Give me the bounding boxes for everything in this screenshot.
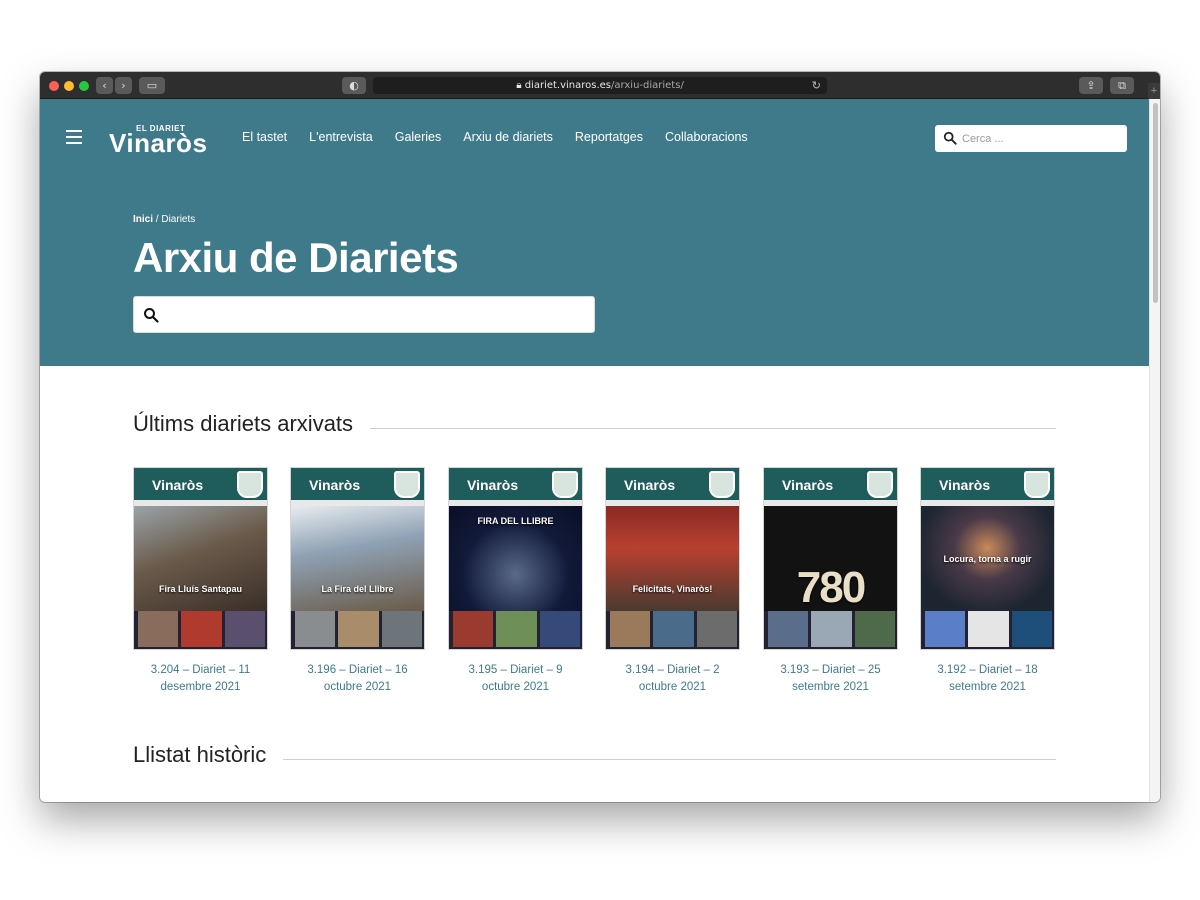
logo-main-text: Vinaròs <box>109 128 208 158</box>
nav-item-el-tastet[interactable]: El tastet <box>242 130 287 144</box>
crest-icon <box>709 471 735 498</box>
scrollbar-thumb[interactable] <box>1153 103 1158 303</box>
cover-thumbnails <box>295 611 422 647</box>
cover-logo-text: Vinaròs <box>782 477 834 493</box>
cover-image[interactable]: Vinaròs Felicitats, Vinaròs! <box>605 467 740 650</box>
cover-caption-link[interactable]: 3.193 – Diariet – 25 setembre 2021 <box>763 662 898 696</box>
lock-icon: 🔒︎ <box>516 80 522 91</box>
cover-image[interactable]: Vinaròs 780 <box>763 467 898 650</box>
hamburger-menu-icon[interactable] <box>66 130 82 144</box>
archive-search-input[interactable] <box>168 305 588 325</box>
crest-icon <box>867 471 893 498</box>
nav-item-entrevista[interactable]: L'entrevista <box>309 130 373 144</box>
latest-section-header: Últims diariets arxivats <box>133 411 1056 437</box>
tabs-overview-icon[interactable]: ⧉ <box>1110 77 1134 94</box>
nav-item-galeries[interactable]: Galeries <box>395 130 442 144</box>
cover-thumbnails <box>768 611 895 647</box>
cover-logo-text: Vinaròs <box>939 477 991 493</box>
cover-headline: Fira Lluís Santapau <box>158 584 243 594</box>
cover-masthead: Vinaròs <box>606 468 739 500</box>
crest-icon <box>394 471 420 498</box>
cover-headline: La Fira del Llibre <box>321 584 394 594</box>
cover-photo <box>606 506 739 611</box>
share-icon[interactable]: ⇪ <box>1079 77 1103 94</box>
cover-caption-link[interactable]: 3.192 – Diariet – 18 setembre 2021 <box>920 662 1055 696</box>
breadcrumb-current: Diariets <box>161 214 196 225</box>
breadcrumb-home-link[interactable]: Inici <box>133 214 153 225</box>
cover-image[interactable]: Vinaròs FIRA DEL LLIBRE <box>448 467 583 650</box>
cover-masthead: Vinaròs <box>921 468 1054 500</box>
archive-search <box>133 296 595 333</box>
cover-card[interactable]: Vinaròs FIRA DEL LLIBRE 3.195 – Diariet … <box>448 467 583 696</box>
cover-masthead: Vinaròs <box>764 468 897 500</box>
cover-logo-text: Vinaròs <box>624 477 676 493</box>
cover-card[interactable]: Vinaròs La Fira del Llibre 3.196 – Diari… <box>290 467 425 696</box>
cover-card[interactable]: Vinaròs Locura, torna a rugir 3.192 – Di… <box>920 467 1055 696</box>
crest-icon <box>237 471 263 498</box>
cover-photo <box>291 506 424 611</box>
header-search-input[interactable] <box>962 130 1120 147</box>
reload-icon[interactable]: ↻ <box>812 77 821 94</box>
close-window-button[interactable] <box>49 81 59 91</box>
sidebar-toggle-icon[interactable]: ▭ <box>139 77 165 94</box>
cover-image[interactable]: Vinaròs Fira Lluís Santapau <box>133 467 268 650</box>
cover-thumbnails <box>925 611 1052 647</box>
vertical-scrollbar[interactable] <box>1149 99 1160 802</box>
nav-item-collaboracions[interactable]: Collaboracions <box>665 130 748 144</box>
cover-caption-link[interactable]: 3.195 – Diariet – 9 octubre 2021 <box>448 662 583 696</box>
cover-headline: Felicitats, Vinaròs! <box>632 584 713 594</box>
breadcrumb: Inici / Diariets <box>133 214 195 225</box>
cover-thumbnails <box>138 611 265 647</box>
cover-caption-link[interactable]: 3.196 – Diariet – 16 octubre 2021 <box>290 662 425 696</box>
cover-card[interactable]: Vinaròs 780 3.193 – Diariet – 25 setembr… <box>763 467 898 696</box>
search-icon[interactable] <box>143 307 159 323</box>
crest-icon <box>1024 471 1050 498</box>
history-section-header: Llistat històric <box>133 742 1056 768</box>
nav-item-reportatges[interactable]: Reportatges <box>575 130 643 144</box>
cover-headline: 780 <box>796 563 866 612</box>
cover-image[interactable]: Vinaròs La Fira del Llibre <box>290 467 425 650</box>
cover-masthead: Vinaròs <box>134 468 267 500</box>
section-divider <box>283 758 1056 760</box>
cover-card[interactable]: Vinaròs Felicitats, Vinaròs! 3.194 – Dia… <box>605 467 740 696</box>
cover-logo-text: Vinaròs <box>309 477 361 493</box>
cover-logo-text: Vinaròs <box>467 477 519 493</box>
cover-thumbnails <box>610 611 737 647</box>
cover-thumbnails <box>453 611 580 647</box>
browser-window: ‹ › ▭ ◐ 🔒︎ diariet.vinaros.es/arxiu-diar… <box>40 72 1160 802</box>
cover-logo-text: Vinaròs <box>152 477 204 493</box>
minimize-window-button[interactable] <box>64 81 74 91</box>
nav-item-arxiu-de-diariets[interactable]: Arxiu de diariets <box>463 130 553 144</box>
back-arrow-icon[interactable]: ‹ <box>96 77 113 94</box>
url-path: /arxiu-diariets/ <box>611 80 684 91</box>
header-search <box>935 125 1127 152</box>
cover-masthead: Vinaròs <box>449 468 582 500</box>
cover-caption-link[interactable]: 3.194 – Diariet – 2 octubre 2021 <box>605 662 740 696</box>
cover-photo <box>134 506 267 611</box>
cover-headline: Locura, torna a rugir <box>943 554 1032 564</box>
cover-caption-link[interactable]: 3.204 – Diariet – 11 desembre 2021 <box>133 662 268 696</box>
site-header: EL DIARIET Vinaròs El tastet L'entrevist… <box>40 99 1149 366</box>
url-host: diariet.vinaros.es <box>524 80 612 91</box>
new-tab-button[interactable]: + <box>1148 83 1160 99</box>
cover-image[interactable]: Vinaròs Locura, torna a rugir <box>920 467 1055 650</box>
search-icon[interactable] <box>943 131 957 145</box>
section-title-history: Llistat històric <box>133 742 267 767</box>
privacy-shield-icon[interactable]: ◐ <box>342 77 366 94</box>
cover-card[interactable]: Vinaròs Fira Lluís Santapau 3.204 – Diar… <box>133 467 268 696</box>
maximize-window-button[interactable] <box>79 81 89 91</box>
cover-headline: FIRA DEL LLIBRE <box>477 516 554 526</box>
address-bar[interactable]: 🔒︎ diariet.vinaros.es/arxiu-diariets/ ↻ <box>373 77 827 94</box>
cover-masthead: Vinaròs <box>291 468 424 500</box>
crest-icon <box>552 471 578 498</box>
section-divider <box>370 427 1056 429</box>
section-title-latest: Últims diariets arxivats <box>133 411 354 436</box>
browser-toolbar: ‹ › ▭ ◐ 🔒︎ diariet.vinaros.es/arxiu-diar… <box>40 72 1160 99</box>
page-title: Arxiu de Diariets <box>133 234 459 281</box>
main-nav: El tastet L'entrevista Galeries Arxiu de… <box>242 130 748 144</box>
page-viewport: EL DIARIET Vinaròs El tastet L'entrevist… <box>40 99 1149 802</box>
forward-arrow-icon[interactable]: › <box>115 77 132 94</box>
